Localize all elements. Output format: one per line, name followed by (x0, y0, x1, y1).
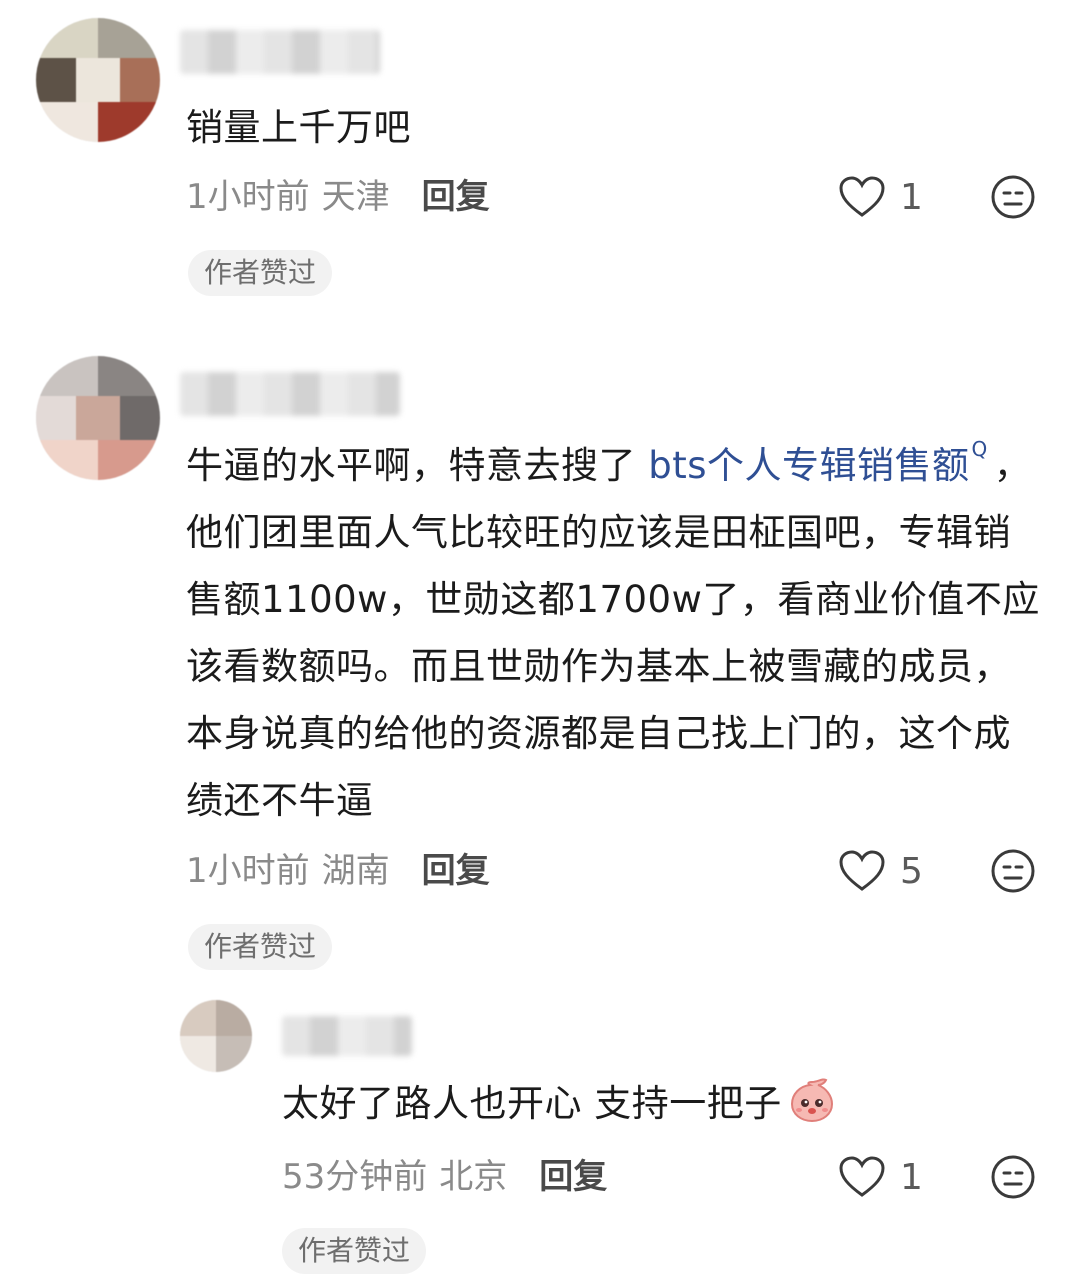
search-keyword-link[interactable]: bts个人专辑销售额 (648, 444, 969, 487)
comment-text: 销量上千万吧 (186, 106, 411, 149)
avatar[interactable] (36, 18, 160, 142)
reply-button[interactable]: 回复 (539, 1149, 607, 1198)
reply-button[interactable]: 回复 (422, 843, 490, 892)
like-button[interactable]: 5 (838, 846, 923, 896)
author-liked-badge: 作者赞过 (282, 1228, 427, 1274)
reply-text-content: 太好了路人也开心 支持一把子 (282, 1082, 782, 1125)
heart-icon (839, 176, 885, 217)
comment-meta: 1小时前 湖南 回复 (186, 842, 490, 892)
location: 北京 (439, 1156, 508, 1197)
location: 天津 (321, 176, 390, 217)
avatar[interactable] (180, 1000, 252, 1072)
text-after: ，他们团里面人气比较旺的应该是田柾国吧，专辑销售额1100w，世勋这都1700w… (186, 444, 1040, 822)
reply-button[interactable]: 回复 (422, 169, 490, 218)
author-liked-badge: 作者赞过 (188, 250, 333, 296)
peach-face-emoji-icon (790, 1078, 833, 1123)
timestamp: 53分钟前 (282, 1156, 428, 1197)
search-icon[interactable]: Q (972, 432, 988, 466)
comment-text: 牛逼的水平啊，特意去搜了 bts个人专辑销售额 Q ，他们团里面人气比较旺的应该是田… (186, 432, 1046, 834)
reply-meta: 53分钟前 北京 回复 (282, 1148, 607, 1198)
reply-text: 太好了路人也开心 支持一把子 (282, 1070, 836, 1137)
text-before: 牛逼的水平啊，特意去搜了 (186, 444, 649, 487)
like-count: 1 (900, 176, 923, 218)
dislike-face-icon[interactable] (990, 1154, 1036, 1200)
avatar[interactable] (36, 356, 160, 480)
timestamp: 1小时前 (186, 850, 310, 891)
timestamp: 1小时前 (186, 176, 310, 217)
like-button[interactable]: 1 (838, 1152, 923, 1202)
username[interactable] (180, 30, 380, 74)
username[interactable] (180, 372, 400, 416)
like-button[interactable]: 1 (838, 172, 923, 222)
dislike-face-icon[interactable] (990, 174, 1036, 220)
comment-meta: 1小时前 天津 回复 (186, 168, 490, 218)
heart-icon (839, 1156, 885, 1197)
heart-icon (839, 850, 885, 891)
like-count: 1 (900, 1156, 923, 1198)
dislike-face-icon[interactable] (990, 848, 1036, 894)
like-count: 5 (900, 850, 923, 892)
comment-item: 牛逼的水平啊，特意去搜了 bts个人专辑销售额 Q ，他们团里面人气比较旺的应该是田… (0, 340, 1080, 980)
username[interactable] (282, 1016, 412, 1056)
reply-item: 太好了路人也开心 支持一把子 53分钟前 北京 回复 1 作者赞过 (0, 990, 1080, 1286)
comment-item: 销量上千万吧 1小时前 天津 回复 1 作者赞过 (0, 0, 1080, 330)
location: 湖南 (321, 850, 390, 891)
comment-feed: 销量上千万吧 1小时前 天津 回复 1 作者赞过 牛逼的水平啊，特意去搜了 bt… (0, 0, 1080, 1286)
author-liked-badge: 作者赞过 (188, 924, 333, 970)
